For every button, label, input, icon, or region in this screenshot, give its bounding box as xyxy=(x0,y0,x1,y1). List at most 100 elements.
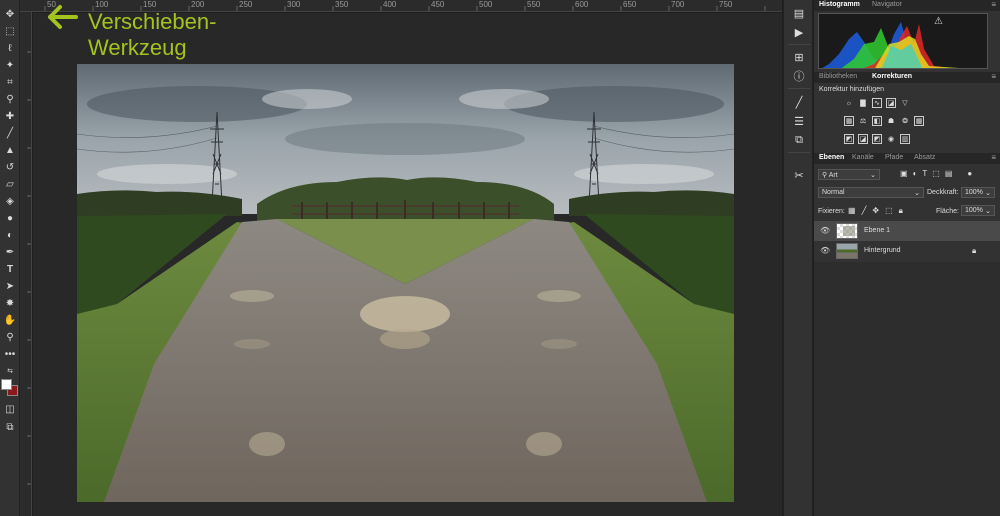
layer-row[interactable]: 👁︎ Ebene 1 xyxy=(814,221,1000,241)
marquee-tool-icon[interactable]: ⬚ xyxy=(2,25,18,39)
lock-all-icon[interactable]: 🔒︎ xyxy=(899,206,903,216)
adjustments-icon[interactable]: ☰ xyxy=(792,114,806,128)
lock-pixels-icon[interactable]: ╱ xyxy=(862,206,867,216)
lock-position-icon[interactable]: ✥ xyxy=(872,206,879,216)
photo-filter-icon[interactable]: ☗ xyxy=(886,116,896,126)
fill-input[interactable]: 100% ⌄ xyxy=(961,205,995,216)
layer-row[interactable]: 👁︎ Hintergrund 🔒︎ xyxy=(814,241,1000,261)
shape-filter-icon[interactable]: ⬚ xyxy=(932,169,940,178)
layer-filter-dropdown[interactable]: ⚲ Art ⌄ xyxy=(818,169,880,180)
invert-icon[interactable]: ◩ xyxy=(844,134,854,144)
blur-tool-icon[interactable]: ● xyxy=(2,212,18,226)
color-lookup-icon[interactable]: ▦ xyxy=(914,116,924,126)
filter-toggle-icon[interactable]: ● xyxy=(967,169,972,178)
tools-panel: ✥ ⬚ ℓ ✦ ⌗ ⚲ ✚ ╱ ▲ ↺ ▱ ◈ ● ◐ ✒ T ➤ ✸ ✋ ⚲ … xyxy=(0,0,20,516)
corrections-tabbar: Bibliotheken Korrekturen ≡ xyxy=(814,72,1000,83)
image-filter-icon[interactable]: ▣ xyxy=(900,169,908,178)
color-balance-icon[interactable]: ⚖ xyxy=(858,116,868,126)
brush-tool-icon[interactable]: ╱ xyxy=(2,127,18,141)
foreground-color-swatch[interactable] xyxy=(1,379,12,390)
lock-transparency-icon[interactable]: ▦ xyxy=(848,206,856,216)
adjustment-row: ☼ ▇ ∿ ◪ ▽ xyxy=(844,98,910,108)
ruler-label: 700 xyxy=(671,0,685,9)
add-correction-label: Korrektur hinzufügen xyxy=(819,86,884,93)
tools-settings-icon[interactable]: ✂ xyxy=(792,168,806,182)
panel-menu-icon[interactable]: ≡ xyxy=(991,72,996,81)
layer-thumbnail xyxy=(836,243,858,259)
tab-libraries[interactable]: Bibliotheken xyxy=(819,73,857,80)
threshold-icon[interactable]: ◩ xyxy=(872,134,882,144)
opacity-input[interactable]: 100% ⌄ xyxy=(961,187,995,198)
selective-color-icon[interactable]: ◉ xyxy=(886,134,896,144)
play-icon[interactable]: ▶ xyxy=(792,25,806,39)
tab-paths[interactable]: Pfade xyxy=(885,154,903,161)
text-filter-icon[interactable]: T xyxy=(922,169,927,178)
move-tool-icon[interactable]: ✥ xyxy=(2,8,18,22)
blend-mode-dropdown[interactable]: Normal ⌄ xyxy=(818,187,924,198)
tab-histogram[interactable]: Histogramm xyxy=(819,1,860,8)
exposure-icon[interactable]: ◪ xyxy=(886,98,896,108)
crop-tool-icon[interactable]: ⌗ xyxy=(2,76,18,90)
paint-bucket-tool-icon[interactable]: ◈ xyxy=(2,195,18,209)
info-icon[interactable]: ⓘ xyxy=(792,69,806,83)
clone-source-icon[interactable]: ⧉ xyxy=(792,133,806,147)
levels-icon[interactable]: ▇ xyxy=(858,98,868,108)
shape-tool-icon[interactable]: ✸ xyxy=(2,297,18,311)
eye-icon[interactable]: 👁︎ xyxy=(820,246,830,255)
hand-tool-icon[interactable]: ✋ xyxy=(2,314,18,328)
hue-saturation-icon[interactable]: ▦ xyxy=(844,116,854,126)
panel-menu-icon[interactable]: ≡ xyxy=(991,0,996,9)
path-selection-tool-icon[interactable]: ➤ xyxy=(2,280,18,294)
black-white-icon[interactable]: ◧ xyxy=(872,116,882,126)
tab-channels[interactable]: Kanäle xyxy=(852,154,874,161)
quick-mask-icon[interactable]: ◫ xyxy=(2,403,18,417)
annotation-line1: Verschieben- xyxy=(88,9,217,34)
opacity-label: Deckkraft: xyxy=(927,189,959,196)
stamp-tool-icon[interactable]: ▲ xyxy=(2,144,18,158)
pen-tool-icon[interactable]: ✒ xyxy=(2,246,18,260)
curves-icon[interactable]: ∿ xyxy=(872,98,882,108)
tab-layers[interactable]: Ebenen xyxy=(819,154,844,161)
layer-name[interactable]: Ebene 1 xyxy=(864,227,890,234)
panel-menu-icon[interactable]: ≡ xyxy=(991,153,996,162)
document-image[interactable] xyxy=(77,64,734,502)
more-tools-icon[interactable]: ••• xyxy=(2,348,18,362)
ruler-label: 200 xyxy=(191,0,205,9)
eyedropper-tool-icon[interactable]: ⚲ xyxy=(2,93,18,107)
history-brush-tool-icon[interactable]: ↺ xyxy=(2,161,18,175)
lasso-tool-icon[interactable]: ℓ xyxy=(2,42,18,56)
brightness-icon[interactable]: ☼ xyxy=(844,98,854,108)
adjustment-filter-icon[interactable]: ◐ xyxy=(913,169,918,178)
eye-icon[interactable]: 👁︎ xyxy=(820,226,830,235)
gradient-map-icon[interactable]: ▥ xyxy=(900,134,910,144)
zoom-tool-icon[interactable]: ⚲ xyxy=(2,331,18,345)
channel-mixer-icon[interactable]: ❂ xyxy=(900,116,910,126)
dodge-tool-icon[interactable]: ◐ xyxy=(2,229,18,243)
ruler-label: 750 xyxy=(719,0,733,9)
smart-filter-icon[interactable]: ▤ xyxy=(945,169,953,178)
healing-brush-tool-icon[interactable]: ✚ xyxy=(2,110,18,124)
lock-icons: ▦ ╱ ✥ ⬚ 🔒︎ xyxy=(848,206,903,216)
ruler-label: 400 xyxy=(383,0,397,9)
ruler-label: 650 xyxy=(623,0,637,9)
vibrance-icon[interactable]: ▽ xyxy=(900,98,910,108)
libraries-icon[interactable]: ⊞ xyxy=(792,50,806,64)
ruler-label: 300 xyxy=(287,0,301,9)
tab-corrections[interactable]: Korrekturen xyxy=(872,73,912,80)
lock-artboard-icon[interactable]: ⬚ xyxy=(885,206,893,216)
posterize-icon[interactable]: ◪ xyxy=(858,134,868,144)
eraser-tool-icon[interactable]: ▱ xyxy=(2,178,18,192)
swap-colors-icon[interactable]: ⇆ xyxy=(2,364,18,378)
histogram-icon[interactable]: ▤ xyxy=(792,6,806,20)
layer-name[interactable]: Hintergrund xyxy=(864,247,901,254)
tab-paragraph[interactable]: Absatz xyxy=(914,154,935,161)
warning-icon[interactable]: ⚠ xyxy=(934,16,943,27)
brush-settings-icon[interactable]: ╱ xyxy=(792,95,806,109)
tab-navigator[interactable]: Navigator xyxy=(872,1,902,8)
chevron-down-icon: ⌄ xyxy=(985,190,991,197)
annotation-line2: Werkzeug xyxy=(88,35,187,60)
text-tool-icon[interactable]: T xyxy=(2,263,18,277)
magic-wand-tool-icon[interactable]: ✦ xyxy=(2,59,18,73)
histogram-display xyxy=(818,13,988,69)
screen-mode-icon[interactable]: ⧉ xyxy=(2,421,18,435)
